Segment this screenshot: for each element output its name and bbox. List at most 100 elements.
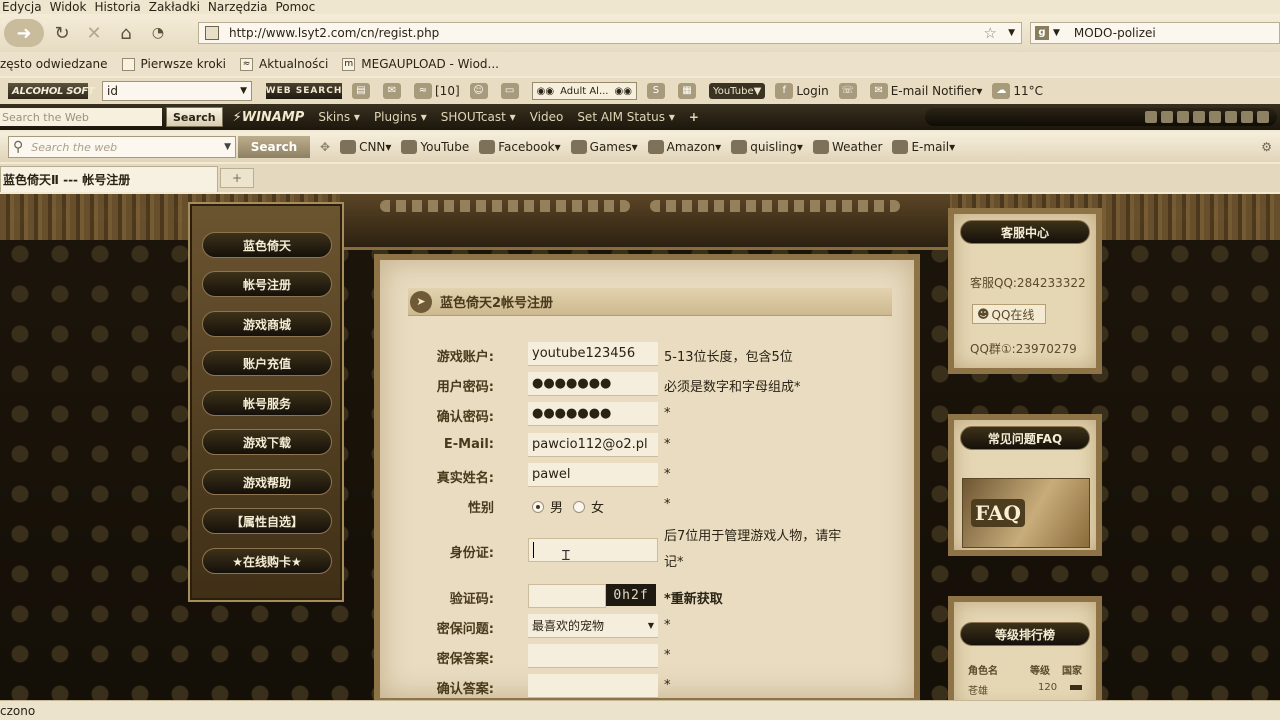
toolbar-id-select[interactable]: id ▼	[102, 81, 252, 101]
menu-view[interactable]: Widok	[50, 1, 87, 13]
nav-attributes[interactable]: 【属性自选】	[202, 508, 332, 534]
new-tab-button[interactable]: +	[220, 168, 254, 188]
toolbar-settings-icon[interactable]: ⚙	[1261, 140, 1272, 154]
menu-history[interactable]: Historia	[94, 1, 140, 13]
forward-icon[interactable]: ➜	[4, 19, 44, 47]
move-handle-icon[interactable]: ✥	[320, 140, 330, 154]
toolbar-search-button[interactable]: Search	[238, 136, 310, 158]
bookmark-news[interactable]: ≈ Aktualności	[239, 57, 328, 71]
toolbar-icon-chat[interactable]: ☺	[469, 83, 491, 99]
bookmark-most-visited[interactable]: zęsto odwiedzane	[0, 57, 108, 71]
gender-male-radio[interactable]	[532, 500, 544, 513]
search-engine-icon[interactable]: g	[1035, 26, 1049, 40]
url-text[interactable]: http://www.lsyt2.com/cn/regist.php	[229, 26, 439, 40]
toolbar-youtube[interactable]: YouTube	[401, 140, 469, 154]
nav-recharge[interactable]: 账户充值	[202, 350, 332, 376]
toolbar-email[interactable]: E-mail ▾	[892, 140, 955, 154]
url-dropdown-icon[interactable]: ▼	[1008, 28, 1015, 38]
menu-help[interactable]: Pomoc	[275, 1, 315, 13]
nav-home[interactable]: 蓝色倚天	[202, 232, 332, 258]
tab-registration[interactable]: 蓝色倚天Ⅱ --- 帐号注册	[0, 166, 218, 192]
youtube-button[interactable]: YouTube ▼	[708, 83, 766, 99]
volume-icon[interactable]: ◉◉	[614, 86, 631, 97]
email-notifier[interactable]: ✉ E-mail Notifier ▾	[869, 83, 982, 99]
realname-input[interactable]: pawel	[528, 463, 658, 487]
nav-shop[interactable]: 游戏商城	[202, 311, 332, 337]
play-icon[interactable]: ◉◉	[537, 86, 554, 97]
nav-download[interactable]: 游戏下载	[202, 429, 332, 455]
history-dropdown-icon[interactable]: ◔	[144, 19, 172, 47]
info-icon[interactable]	[1145, 111, 1157, 123]
url-bar[interactable]: http://www.lsyt2.com/cn/regist.php ☆ ▼	[198, 22, 1022, 44]
winamp-search-button[interactable]: Search	[166, 107, 223, 127]
captcha-image[interactable]: 0h2f	[606, 584, 656, 606]
facebook-login[interactable]: f Login	[775, 83, 829, 99]
pause-icon[interactable]	[1225, 111, 1237, 123]
winamp-logo[interactable]: ⚡WINAMP	[233, 110, 305, 125]
toolbar-facebook[interactable]: Facebook ▾	[479, 140, 561, 154]
search-icon[interactable]	[1161, 111, 1173, 123]
stop-icon[interactable]	[1241, 111, 1253, 123]
eject-icon[interactable]	[1177, 111, 1189, 123]
nav-account-service[interactable]: 帐号服务	[202, 390, 332, 416]
winamp-menu-video[interactable]: Video	[530, 110, 564, 124]
bookmark-getting-started[interactable]: Pierwsze kroki	[121, 57, 226, 71]
winamp-menu-shoutcast[interactable]: SHOUTcast ▾	[441, 110, 516, 124]
toolbar-cnn[interactable]: CNN ▾	[340, 140, 391, 154]
toolbar-icon-film[interactable]: ▦	[677, 83, 699, 99]
bookmark-megaupload[interactable]: m MEGAUPLOAD - Wiod...	[342, 57, 499, 71]
play-icon[interactable]	[1209, 111, 1221, 123]
toolbar-games[interactable]: Games ▾	[570, 140, 638, 154]
nav-buy-card[interactable]: ★在线购卡★	[202, 548, 332, 574]
toolbar-quisling[interactable]: quisling ▾	[731, 140, 803, 154]
toolbar-icon-1[interactable]: ▤	[352, 83, 373, 99]
search-engine-box[interactable]: g ▼ MODO-polizei	[1030, 22, 1280, 44]
account-input[interactable]: youtube123456	[528, 342, 658, 366]
search-engine-text[interactable]: MODO-polizei	[1074, 26, 1156, 40]
question-select[interactable]: 最喜欢的宠物 ▼	[528, 614, 658, 638]
idcard-input[interactable]	[528, 538, 658, 562]
ranking-row[interactable]: 苍雄 120	[968, 682, 1082, 697]
gender-male-label[interactable]: 男	[550, 497, 563, 516]
toolbar-icon-2[interactable]: ✉	[383, 83, 404, 99]
alcohol-logo[interactable]: ALCOHOL SOFT	[8, 83, 95, 99]
reload-icon[interactable]: ↻	[48, 19, 76, 47]
toolbar-weather[interactable]: Weather	[812, 140, 882, 154]
toolbar-icon-chat2[interactable]: ☏	[838, 83, 860, 99]
winamp-menu-aim[interactable]: Set AIM Status ▾	[577, 110, 675, 124]
toolbar-icon-s[interactable]: S	[646, 83, 668, 99]
web-search-button[interactable]: WEB SEARCH	[266, 83, 342, 99]
chevron-down-icon[interactable]: ▼	[224, 142, 231, 152]
prev-icon[interactable]	[1193, 111, 1205, 123]
captcha-input[interactable]	[528, 584, 606, 608]
menu-bookmarks[interactable]: Zakładki	[149, 1, 200, 13]
captcha-refresh-link[interactable]: *重新获取	[664, 588, 723, 607]
winamp-search-input[interactable]: Search the Web	[0, 108, 162, 126]
bookmark-star-icon[interactable]: ☆	[984, 24, 997, 42]
toolbar-amazon[interactable]: Amazon ▾	[647, 140, 721, 154]
faq-title[interactable]: 常见问题FAQ	[960, 426, 1090, 450]
password-input[interactable]: ●●●●●●●	[528, 372, 658, 396]
faq-image[interactable]: FAQ	[962, 478, 1090, 548]
nav-register[interactable]: 帐号注册	[202, 271, 332, 297]
nav-help[interactable]: 游戏帮助	[202, 469, 332, 495]
toolbar-icon-print[interactable]: ▭	[500, 83, 522, 99]
winamp-player-controls[interactable]	[925, 108, 1277, 126]
confirm-answer-input[interactable]	[528, 674, 658, 698]
next-icon[interactable]	[1257, 111, 1269, 123]
faq-panel[interactable]: 常见问题FAQ FAQ	[948, 414, 1102, 556]
winamp-menu-skins[interactable]: Skins ▾	[318, 110, 360, 124]
winamp-menu-plugins[interactable]: Plugins ▾	[374, 110, 427, 124]
email-input[interactable]: pawcio112@o2.pl	[528, 433, 658, 457]
qq-online-button[interactable]: ☻ QQ在线	[972, 304, 1046, 324]
gender-female-label[interactable]: 女	[591, 497, 604, 516]
toolbar-search-input[interactable]: ⚲ Search the web ▼	[8, 136, 236, 158]
stop-icon[interactable]: ✕	[80, 19, 108, 47]
weather-button[interactable]: ☁ 11°C	[992, 83, 1043, 99]
menu-edit[interactable]: Edycja	[2, 1, 42, 13]
media-player[interactable]: ◉◉ Adult Al... ◉◉	[531, 82, 637, 100]
winamp-add-button[interactable]: +	[689, 110, 699, 124]
answer-input[interactable]	[528, 644, 658, 668]
home-icon[interactable]: ⌂	[112, 19, 140, 47]
confirm-password-input[interactable]: ●●●●●●●	[528, 402, 658, 426]
